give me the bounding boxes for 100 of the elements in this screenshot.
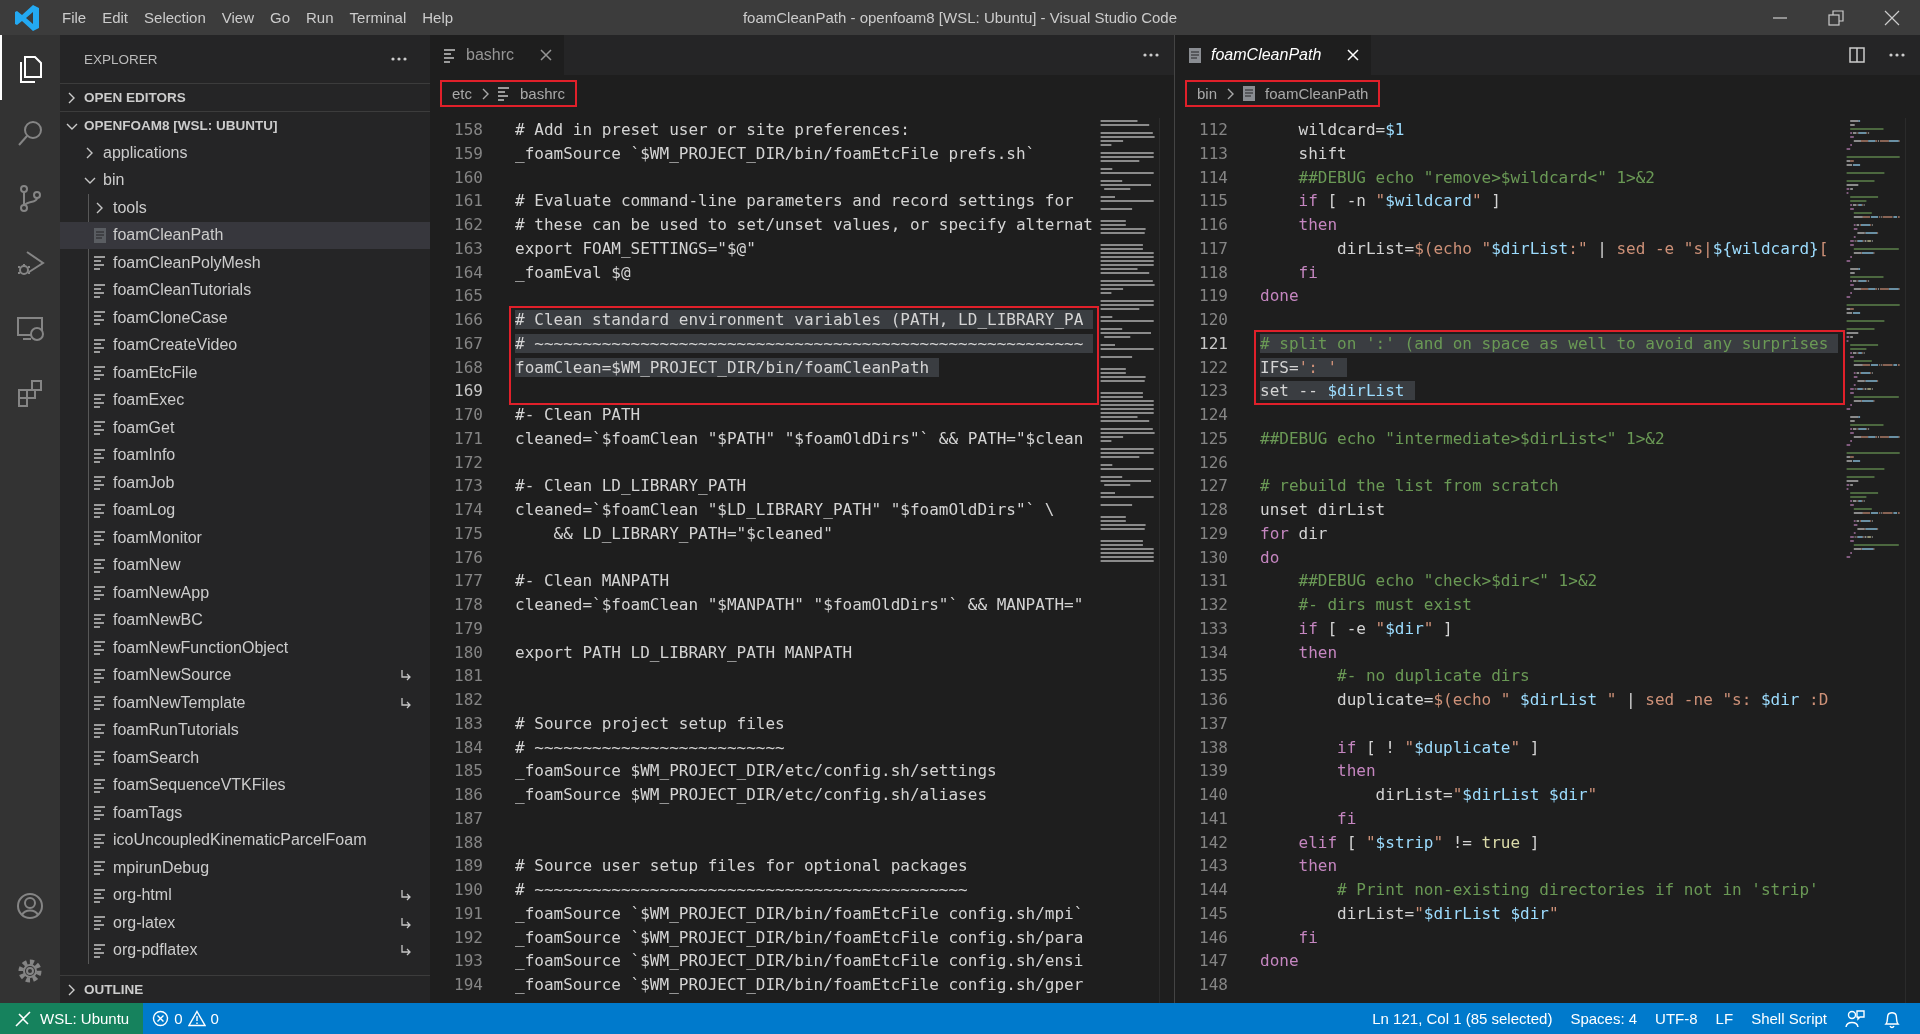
- tree-item[interactable]: foamNew: [60, 551, 430, 579]
- menu-item[interactable]: Terminal: [341, 0, 415, 35]
- line-number: 191: [454, 903, 483, 923]
- line-number: 172: [454, 452, 483, 472]
- file-lines-icon: [92, 749, 108, 767]
- tree-item[interactable]: foamNewBC: [60, 606, 430, 634]
- section-header[interactable]: OPEN EDITORS: [60, 83, 430, 111]
- close-icon[interactable]: [1345, 47, 1362, 63]
- document-icon: [1187, 46, 1203, 64]
- code-line: dirList="$dirList $dir": [1336, 903, 1559, 923]
- status-item[interactable]: UTF-8: [1646, 1003, 1707, 1034]
- code-line: _foamEval $@: [515, 262, 631, 282]
- file-lines-icon: [92, 721, 108, 739]
- tree-item[interactable]: org-pdflatex: [60, 936, 430, 964]
- status-item[interactable]: LF: [1706, 1003, 1743, 1034]
- code-line: # Source project setup files: [515, 713, 785, 733]
- tree-item[interactable]: foamCleanPath: [60, 221, 430, 249]
- code-line: _foamSource `$WM_PROJECT_DIR/bin/foamEtcFile config.sh/para: [515, 927, 1084, 947]
- menu-item[interactable]: File: [54, 0, 95, 35]
- close-icon[interactable]: [538, 47, 555, 63]
- breadcrumb-item[interactable]: etc: [452, 85, 472, 102]
- line-number: 167: [454, 333, 483, 353]
- line-number: 179: [454, 618, 483, 638]
- tree-item[interactable]: foamEtcFile: [60, 359, 430, 387]
- menu-item[interactable]: Run: [298, 0, 342, 35]
- file-lines-icon: [92, 914, 108, 932]
- tree-item[interactable]: applications: [60, 139, 430, 167]
- line-number: 148: [1199, 975, 1228, 994]
- code-line: export PATH LD_LIBRARY_PATH MANPATH: [515, 642, 853, 662]
- tree-item[interactable]: foamSearch: [60, 744, 430, 772]
- tree-item[interactable]: foamJob: [60, 469, 430, 497]
- breadcrumb-item[interactable]: bashrc: [496, 85, 566, 102]
- tree-item[interactable]: foamTags: [60, 799, 430, 827]
- tree-item[interactable]: tools: [60, 194, 430, 222]
- menu-item[interactable]: Selection: [136, 0, 214, 35]
- tree-item[interactable]: org-latex: [60, 909, 430, 937]
- status-item[interactable]: Ln 121, Col 1 (85 selected): [1363, 1003, 1562, 1034]
- tree-item[interactable]: foamLog: [60, 496, 430, 524]
- file-lines-icon: [92, 611, 108, 629]
- close-icon: [1884, 9, 1900, 26]
- minimize-icon: [1773, 16, 1787, 19]
- tree-item[interactable]: foamMonitor: [60, 524, 430, 552]
- file-lines-icon: [496, 85, 512, 102]
- code-line: _foamSource `$WM_PROJECT_DIR/bin/foamEtcFile config.sh/mpi`: [515, 903, 1084, 923]
- code-line: dirList="$dirList $dir": [1374, 785, 1598, 804]
- tree-item[interactable]: foamRunTutorials: [60, 716, 430, 744]
- code-line: #- Clean LD_LIBRARY_PATH: [515, 476, 747, 496]
- line-number: 164: [454, 262, 483, 282]
- line-number: 138: [1199, 737, 1228, 757]
- file-lines-icon: [92, 474, 108, 492]
- section-header[interactable]: OPENFOAM8 [WSL: UBUNTU]: [60, 111, 430, 139]
- tree-item[interactable]: bin: [60, 166, 430, 194]
- editor-tab[interactable]: foamCleanPath: [1175, 35, 1372, 75]
- code-line: # Source user setup files for optional packages: [515, 856, 968, 876]
- tree-item[interactable]: foamNewFunctionObject: [60, 634, 430, 662]
- code-line: # rebuild the list from scratch: [1260, 476, 1559, 496]
- tree-item[interactable]: foamSequenceVTKFiles: [60, 771, 430, 799]
- line-number: 117: [1199, 238, 1228, 258]
- line-number: 171: [454, 428, 483, 448]
- tree-item[interactable]: foamNewApp: [60, 579, 430, 607]
- line-number: 190: [454, 880, 483, 899]
- feedback-icon[interactable]: [1845, 1008, 1865, 1029]
- menu-item[interactable]: Go: [262, 0, 298, 35]
- tree-item[interactable]: foamExec: [60, 386, 430, 414]
- tree-item[interactable]: foamCreateVideo: [60, 331, 430, 359]
- tree-item[interactable]: foamCloneCase: [60, 304, 430, 332]
- line-number: 135: [1199, 666, 1228, 686]
- menu-item[interactable]: View: [213, 0, 262, 35]
- code-line: # ~~~~~~~~~~~~~~~~~~~~~~~~~~: [515, 737, 785, 757]
- line-number: 176: [454, 547, 483, 567]
- editor-tab[interactable]: bashrc: [430, 35, 565, 75]
- line-number: 139: [1199, 761, 1228, 781]
- split-editor-icon[interactable]: [1848, 46, 1866, 64]
- tree-item[interactable]: mpirunDebug: [60, 854, 430, 882]
- remote-indicator[interactable]: WSL: Ubuntu: [0, 1003, 144, 1034]
- line-number: 145: [1199, 903, 1228, 923]
- menu-item[interactable]: Edit: [94, 0, 137, 35]
- status-item[interactable]: Spaces: 4: [1561, 1003, 1647, 1034]
- breadcrumb-item[interactable]: foamCleanPath: [1241, 85, 1369, 102]
- line-number: 122: [1199, 357, 1228, 377]
- code-line: #- dirs must exist: [1297, 595, 1472, 614]
- file-lines-icon: [92, 639, 108, 657]
- tree-item[interactable]: foamNewTemplate: [60, 689, 430, 717]
- tree-item[interactable]: foamInfo: [60, 441, 430, 469]
- code-line: fi: [1297, 927, 1318, 947]
- status-item[interactable]: Shell Script: [1742, 1003, 1836, 1034]
- tree-item[interactable]: org-html: [60, 881, 430, 909]
- symlink-arrow-icon: [398, 943, 412, 958]
- tree-item[interactable]: icoUncoupledKinematicParcelFoam: [60, 826, 430, 854]
- code-line: _foamSource $WM_PROJECT_DIR/etc/config.sh/aliases: [515, 785, 987, 804]
- tree-item[interactable]: foamNewSource: [60, 661, 430, 689]
- tree-item[interactable]: foamCleanTutorials: [60, 276, 430, 304]
- tree-item[interactable]: foamCleanPolyMesh: [60, 249, 430, 277]
- tree-item[interactable]: foamGet: [60, 414, 430, 442]
- breadcrumb-item[interactable]: bin: [1197, 85, 1218, 102]
- code-line: export FOAM_SETTINGS="$@": [515, 238, 756, 258]
- line-number: 147: [1199, 951, 1228, 971]
- menu-item[interactable]: Help: [414, 0, 462, 35]
- problems-indicator[interactable]: 0 0: [143, 1003, 228, 1034]
- line-number: 132: [1199, 595, 1228, 614]
